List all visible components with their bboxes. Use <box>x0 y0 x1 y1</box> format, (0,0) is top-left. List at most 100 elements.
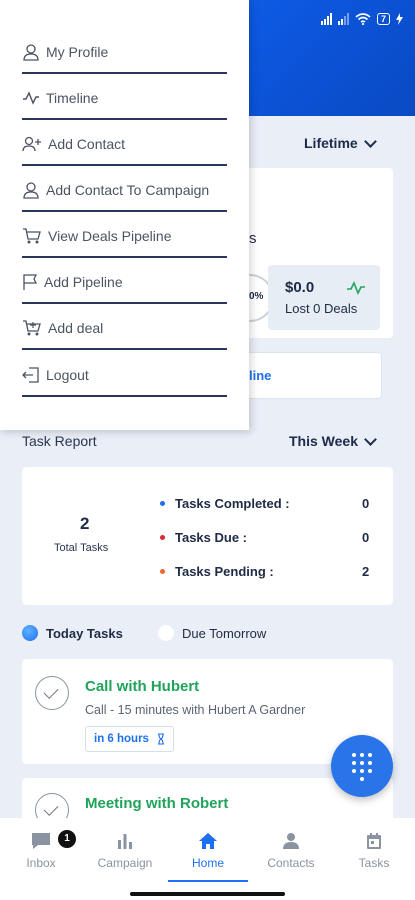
stat-due-label: Tasks Due : <box>175 530 248 545</box>
lost-deals-box: $0.0 Lost 0 Deals <box>268 265 380 330</box>
dialpad-icon <box>352 753 372 781</box>
stat-pending: Tasks Pending : <box>160 564 274 579</box>
menu-item-label: My Profile <box>46 44 109 60</box>
stat-completed-value: 0 <box>362 496 370 511</box>
chat-icon <box>32 833 50 849</box>
battery-icon: 7 <box>376 13 390 25</box>
stat-completed: Tasks Completed : <box>160 496 290 511</box>
bottom-nav: 1 Inbox Campaign Home Contacts Tasks <box>0 818 415 900</box>
tab-due-tomorrow[interactable]: Due Tomorrow <box>158 625 266 641</box>
week-filter-label: This Week <box>289 433 358 449</box>
lost-deals-label: Lost 0 Deals <box>285 301 358 316</box>
menu-divider <box>22 256 227 258</box>
nav-contacts-label: Contacts <box>267 856 315 870</box>
stat-pending-value: 2 <box>362 564 370 579</box>
dialpad-button[interactable] <box>331 735 393 797</box>
menu-item-label: Logout <box>46 367 89 383</box>
chevron-down-icon <box>364 432 377 446</box>
check-icon[interactable] <box>35 676 69 710</box>
activity-icon <box>23 91 39 105</box>
stat-pending-label: Tasks Pending : <box>175 564 274 579</box>
nav-inbox-label: Inbox <box>26 856 56 870</box>
cart-icon <box>23 228 41 244</box>
wifi-icon <box>355 13 371 25</box>
task-report-title: Task Report <box>22 433 97 449</box>
task-subtitle: Call - 15 minutes with Hubert A Gardner <box>85 703 306 717</box>
home-icon <box>199 833 217 849</box>
stat-due-value: 0 <box>362 530 370 545</box>
radio-selected-icon <box>22 625 38 641</box>
total-tasks-value: 2 <box>80 514 90 533</box>
status-bar: 7 <box>320 10 403 28</box>
due-badge: in 6 hours <box>85 726 174 752</box>
stat-completed-label: Tasks Completed : <box>175 496 290 511</box>
nav-home[interactable]: Home <box>173 826 243 870</box>
ring-percent: 0% <box>249 291 264 302</box>
lifetime-filter-label: Lifetime <box>304 135 358 151</box>
person-icon <box>283 833 299 849</box>
menu-item-view-deals-pipeline[interactable]: View Deals Pipeline <box>22 217 227 255</box>
menu-divider <box>22 302 227 304</box>
calendar-icon <box>367 833 381 849</box>
menu-divider <box>22 348 227 350</box>
user-icon <box>23 44 39 61</box>
view-pipeline-link-text: line <box>249 368 272 383</box>
user-icon <box>23 182 39 199</box>
orange-dot-icon <box>160 569 165 574</box>
radio-unselected-icon <box>158 625 174 641</box>
nav-campaign[interactable]: Campaign <box>90 826 160 870</box>
menu-item-label: View Deals Pipeline <box>48 228 172 244</box>
deal-value: $0.0 <box>285 279 315 296</box>
signal-icon <box>320 13 332 25</box>
menu-divider <box>22 72 227 74</box>
task-title: Meeting with Robert <box>85 795 229 812</box>
nav-contacts[interactable]: Contacts <box>256 826 326 870</box>
menu-item-label: Timeline <box>46 90 99 106</box>
hourglass-icon <box>157 733 164 745</box>
summary-partial-text: s <box>249 230 257 247</box>
task-title: Call with Hubert <box>85 678 200 695</box>
nav-tasks[interactable]: Tasks <box>339 826 409 870</box>
chevron-down-icon <box>363 134 377 148</box>
nav-campaign-label: Campaign <box>97 856 153 870</box>
tab-today-tasks-label: Today Tasks <box>46 625 123 641</box>
menu-item-add-deal[interactable]: Add deal <box>22 309 227 347</box>
side-menu: My Profile Timeline Add Contact Add Cont… <box>0 0 249 430</box>
menu-divider <box>22 164 227 166</box>
menu-item-add-contact[interactable]: Add Contact <box>22 125 227 163</box>
flag-icon <box>23 274 38 290</box>
red-dot-icon <box>160 535 165 540</box>
signal-weak-icon <box>337 13 349 25</box>
nav-inbox[interactable]: 1 Inbox <box>6 826 76 870</box>
nav-tasks-label: Tasks <box>358 856 390 870</box>
cart-plus-icon <box>23 320 41 336</box>
menu-item-label: Add deal <box>48 320 104 336</box>
blue-dot-icon <box>160 501 165 506</box>
menu-item-label: Add Contact <box>48 136 126 152</box>
menu-item-logout[interactable]: Logout <box>22 356 227 394</box>
total-tasks-label: Total Tasks <box>54 542 109 554</box>
active-tab-indicator <box>168 880 248 882</box>
menu-item-label: Add Pipeline <box>44 274 123 290</box>
task-report-card: 2 Total Tasks Tasks Completed : 0 Tasks … <box>22 467 393 605</box>
user-plus-icon <box>22 136 41 152</box>
menu-divider <box>22 210 227 212</box>
gesture-bar <box>130 892 285 896</box>
tab-today-tasks[interactable]: Today Tasks <box>22 625 123 641</box>
week-filter[interactable]: This Week <box>289 432 377 449</box>
menu-item-add-contact-to-campaign[interactable]: Add Contact To Campaign <box>22 171 227 209</box>
menu-item-timeline[interactable]: Timeline <box>22 79 227 117</box>
menu-divider <box>22 395 227 397</box>
menu-item-add-pipeline[interactable]: Add Pipeline <box>22 263 227 301</box>
lifetime-filter[interactable]: Lifetime <box>304 134 377 151</box>
nav-home-label: Home <box>191 856 224 870</box>
menu-item-my-profile[interactable]: My Profile <box>22 33 227 71</box>
due-badge-label: in 6 hours <box>94 733 149 745</box>
activity-icon <box>347 281 365 295</box>
menu-item-label: Add Contact To Campaign <box>46 182 210 198</box>
charging-icon <box>396 13 403 25</box>
logout-icon <box>22 367 39 383</box>
stat-due: Tasks Due : <box>160 530 247 545</box>
menu-divider <box>22 118 227 120</box>
tab-due-tomorrow-label: Due Tomorrow <box>182 625 267 641</box>
